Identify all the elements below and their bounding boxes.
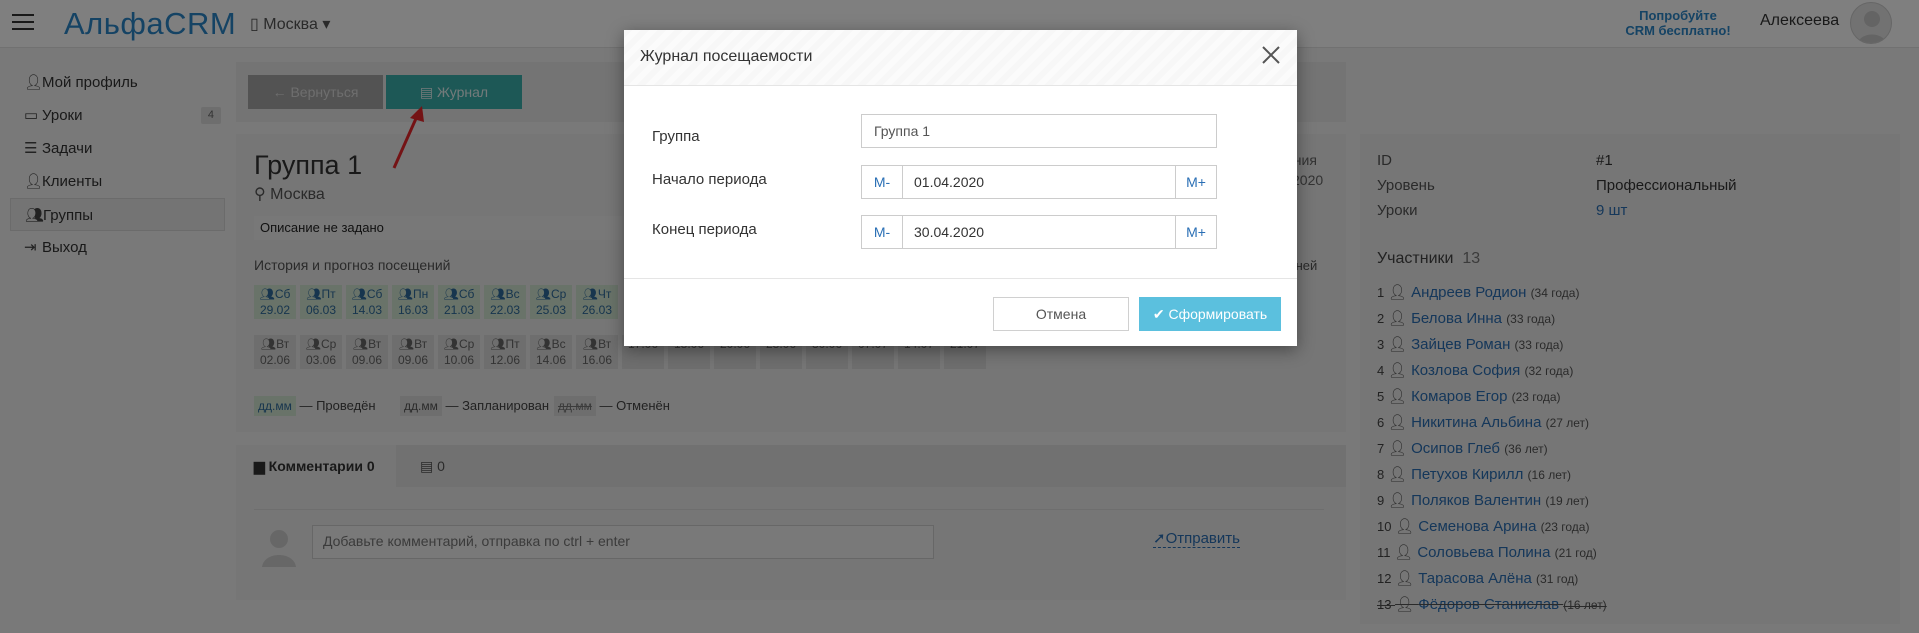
group-field-label: Группа: [652, 128, 700, 145]
start-plus-button[interactable]: М+: [1175, 165, 1217, 199]
modal-footer-divider: [624, 278, 1297, 279]
attendance-journal-modal: Журнал посещаемости Группа Группа 1 Нача…: [624, 30, 1297, 346]
check-icon: ✔: [1152, 306, 1165, 322]
modal-title: Журнал посещаемости: [640, 48, 813, 65]
cancel-button[interactable]: Отмена: [993, 297, 1129, 331]
end-date-input[interactable]: 30.04.2020: [902, 215, 1175, 249]
modal-header: Журнал посещаемости: [624, 30, 1297, 86]
generate-button[interactable]: ✔ Сформировать: [1139, 297, 1281, 331]
close-icon[interactable]: [1259, 43, 1283, 67]
end-period-label: Конец периода: [652, 221, 757, 238]
end-plus-button[interactable]: М+: [1175, 215, 1217, 249]
start-minus-button[interactable]: М-: [861, 165, 903, 199]
start-period-label: Начало периода: [652, 171, 767, 188]
end-minus-button[interactable]: М-: [861, 215, 903, 249]
generate-label: Сформировать: [1168, 306, 1268, 322]
group-field[interactable]: Группа 1: [861, 114, 1217, 148]
start-date-input[interactable]: 01.04.2020: [902, 165, 1175, 199]
